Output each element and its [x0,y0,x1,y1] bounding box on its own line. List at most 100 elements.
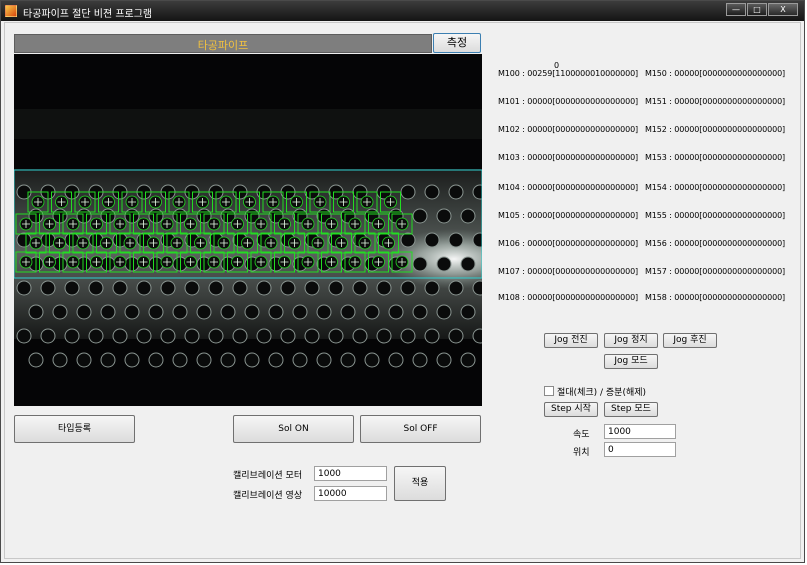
pipe-hole [16,280,32,296]
absolute-mode-checkbox[interactable] [544,386,554,396]
plc-register-left-3: M103 : 00000[0000000000000000] [498,153,639,162]
plc-register-left-7: M107 : 00000[0000000000000000] [498,267,639,276]
app-window: 타공파이프 절단 비젼 프로그램 — □ X 타공파이프 측정 0 M100:… [0,0,805,563]
pipe-hole [460,256,476,272]
close-button[interactable]: X [768,3,798,16]
maximize-button[interactable]: □ [747,3,767,16]
window-title: 타공파이프 절단 비젼 프로그램 [23,9,153,20]
pipe-hole [400,280,416,296]
pipe-hole [472,184,482,200]
calib-motor-label: 캘리브레이션 모터 [233,471,303,481]
jog-mode-button[interactable]: Jog 모드 [604,354,658,369]
pipe-hole [304,280,320,296]
pipe-hole [364,304,380,320]
pipe-hole [40,232,56,248]
plc-register-left-0: M100 : 00259[1100000010000000] [498,69,639,78]
speed-label: 속도 [573,430,590,440]
pipe-hole [136,328,152,344]
plc-register-right-3: M153 : 00000[0000000000000000] [645,153,786,162]
pipe-hole [28,304,44,320]
app-icon [5,5,17,17]
pipe-hole [64,280,80,296]
pipe-hole [376,280,392,296]
pipe-hole [124,256,140,272]
plc-register-right-8: M158 : 00000[0000000000000000] [645,293,786,302]
pipe-hole [172,352,188,368]
pipe-hole [76,352,92,368]
pipe-hole [352,280,368,296]
pipe-hole [232,328,248,344]
jog-backward-button[interactable]: Jog 후진 [663,333,717,348]
pipe-hole [64,328,80,344]
pipe-hole [376,328,392,344]
pipe-hole [472,280,482,296]
sol-on-button[interactable]: Sol ON [233,415,354,443]
pipe-hole [196,352,212,368]
pipe-hole [424,184,440,200]
calib-motor-field[interactable]: 1000 [314,466,387,481]
pipe-hole [244,304,260,320]
camera-view [14,54,482,406]
pipe-hole [424,328,440,344]
pipe-hole [76,208,92,224]
pipe-hole [460,352,476,368]
plc-register-left-8: M108 : 00000[0000000000000000] [498,293,639,302]
plc-register-right-6: M156 : 00000[0000000000000000] [645,239,786,248]
pipe-hole [388,352,404,368]
pipe-type-title: 타공파이프 [197,39,249,52]
pipe-hole [412,256,428,272]
step-mode-button[interactable]: Step 모드 [604,402,658,417]
camera-image [14,54,482,406]
pipe-hole [340,304,356,320]
title-bar[interactable]: 타공파이프 절단 비젼 프로그램 — □ X [1,1,804,21]
calib-image-field[interactable]: 10000 [314,486,387,501]
pipe-hole [208,280,224,296]
pipe-hole [184,280,200,296]
type-register-button[interactable]: 타입등록 [14,415,135,443]
pipe-hole [88,328,104,344]
plc-register-right-7: M157 : 00000[0000000000000000] [645,267,786,276]
apply-button[interactable]: 적용 [394,466,446,501]
pipe-hole [412,208,428,224]
pipe-hole [448,184,464,200]
pipe-hole [448,280,464,296]
pipe-hole [100,256,116,272]
pipe-hole [352,328,368,344]
pipe-hole [100,352,116,368]
pipe-hole [472,328,482,344]
position-label: 위치 [573,448,590,458]
pipe-hole [232,280,248,296]
plc-register-left-2: M102 : 00000[0000000000000000] [498,125,639,134]
pipe-hole [400,184,416,200]
jog-stop-button[interactable]: Jog 정지 [604,333,658,348]
pipe-hole [436,256,452,272]
step-start-button[interactable]: Step 시작 [544,402,598,417]
pipe-hole [184,328,200,344]
minimize-button[interactable]: — [726,3,746,16]
pipe-hole [292,304,308,320]
pipe-hole [460,208,476,224]
pipe-hole [292,352,308,368]
sol-off-button[interactable]: Sol OFF [360,415,481,443]
plc-register-right-0: M150 : 00000[0000000000000000] [645,69,786,78]
pipe-hole [412,352,428,368]
pipe-hole [280,280,296,296]
pipe-hole [124,304,140,320]
position-field[interactable]: 0 [604,442,676,457]
plc-register-right-5: M155 : 00000[0000000000000000] [645,211,786,220]
measure-button[interactable]: 측정 [433,33,481,53]
speed-field[interactable]: 1000 [604,424,676,439]
pipe-hole [40,328,56,344]
jog-forward-button[interactable]: Jog 전진 [544,333,598,348]
pipe-hole [100,208,116,224]
pipe-hole [16,232,32,248]
pipe-hole [448,328,464,344]
pipe-hole [220,352,236,368]
pipe-hole [52,352,68,368]
pipe-hole [40,280,56,296]
pipe-hole [280,328,296,344]
pipe-hole [76,304,92,320]
pipe-hole [388,304,404,320]
plc-register-left-6: M106 : 00000[0000000000000000] [498,239,639,248]
pipe-hole [424,280,440,296]
